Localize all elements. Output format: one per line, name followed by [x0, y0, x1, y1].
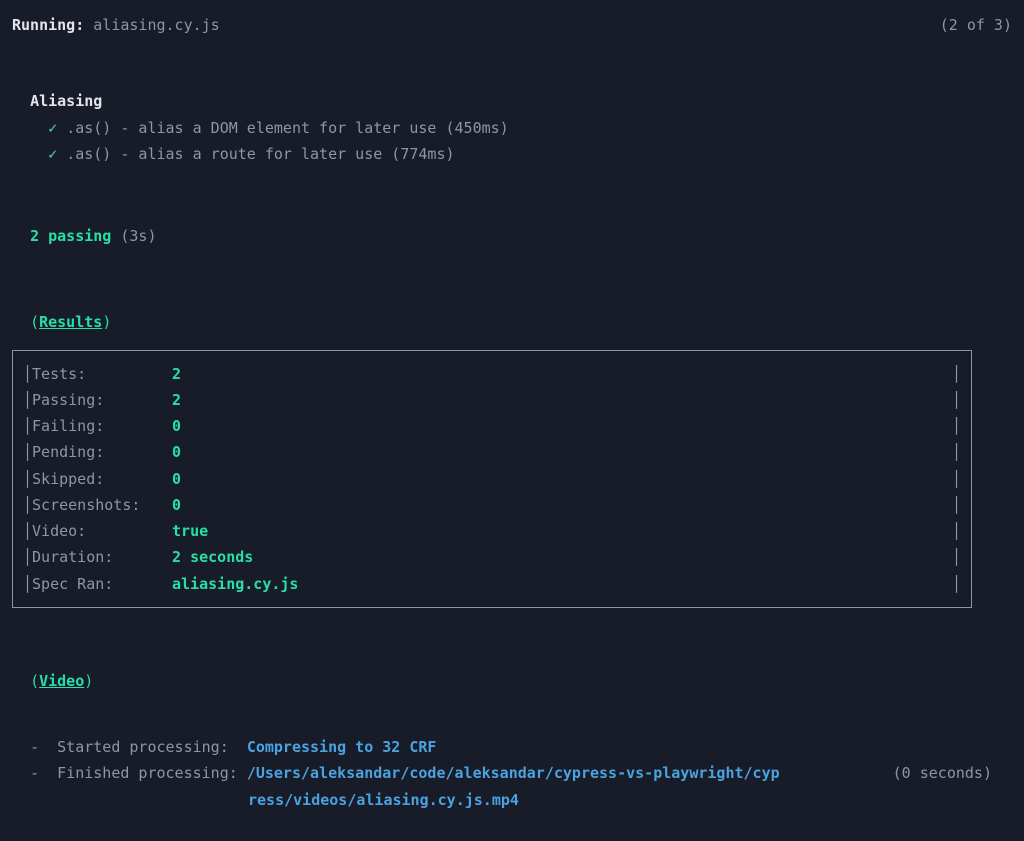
finished-path-part2: ress/videos/aliasing.cy.js.mp4 — [248, 787, 519, 813]
suite-title: Aliasing — [12, 88, 1012, 114]
running-label: Running: — [12, 16, 84, 34]
paren-close: ) — [84, 672, 93, 690]
video-heading: (Video) — [12, 668, 1012, 694]
stat-value: 0 — [172, 439, 952, 465]
check-icon: ✓ — [48, 145, 57, 163]
stat-value: 0 — [172, 492, 952, 518]
stat-label: Video: — [32, 518, 172, 544]
results-box: │ Tests:2│ │ Passing:2│ │ Failing:0│ │ P… — [12, 350, 972, 608]
stat-label: Passing: — [32, 387, 172, 413]
table-row: │ Duration:2 seconds│ — [13, 544, 971, 570]
video-started-line: - Started processing: Compressing to 32 … — [12, 734, 1012, 760]
paren-open: ( — [30, 313, 39, 331]
video-finished-line-2: ress/videos/aliasing.cy.js.mp4 — [12, 787, 1012, 813]
results-heading: (Results) — [12, 309, 1012, 335]
passing-count: 2 passing — [30, 227, 111, 245]
video-label: Video — [39, 672, 84, 690]
summary-line: 2 passing (3s) — [12, 223, 1012, 249]
started-value: Compressing to 32 CRF — [247, 738, 437, 756]
video-finished-line: - Finished processing: /Users/aleksandar… — [12, 760, 1012, 786]
stat-label: Duration: — [32, 544, 172, 570]
table-row: │ Spec Ran:aliasing.cy.js│ — [13, 571, 971, 597]
stat-value: true — [172, 518, 952, 544]
started-label: Started processing: — [57, 738, 229, 756]
stat-label: Screenshots: — [32, 492, 172, 518]
stat-value: 2 seconds — [172, 544, 952, 570]
table-row: │ Tests:2│ — [13, 361, 971, 387]
stat-value: 2 — [172, 387, 952, 413]
stat-label: Skipped: — [32, 466, 172, 492]
table-row: │ Pending:0│ — [13, 439, 971, 465]
table-row: │ Skipped:0│ — [13, 466, 971, 492]
test-label: .as() - alias a route for later use (774… — [66, 145, 454, 163]
running-file: aliasing.cy.js — [93, 16, 219, 34]
test-line: ✓ .as() - alias a route for later use (7… — [12, 141, 1012, 167]
stat-value: aliasing.cy.js — [172, 571, 952, 597]
running-count: (2 of 3) — [940, 12, 1012, 38]
stat-label: Spec Ran: — [32, 571, 172, 597]
stat-label: Pending: — [32, 439, 172, 465]
stat-label: Failing: — [32, 413, 172, 439]
test-line: ✓ .as() - alias a DOM element for later … — [12, 115, 1012, 141]
finished-time: (0 seconds) — [893, 764, 992, 782]
stat-value: 2 — [172, 361, 952, 387]
results-label: Results — [39, 313, 102, 331]
table-row: │ Failing:0│ — [13, 413, 971, 439]
finished-label: Finished processing: — [57, 764, 238, 782]
dash-icon: - — [30, 764, 39, 782]
dash-icon: - — [30, 738, 39, 756]
running-header: Running: aliasing.cy.js (2 of 3) — [12, 12, 1012, 38]
stat-label: Tests: — [32, 361, 172, 387]
stat-value: 0 — [172, 466, 952, 492]
finished-path-part1: /Users/aleksandar/code/aleksandar/cypres… — [247, 760, 780, 786]
paren-close: ) — [102, 313, 111, 331]
table-row: │ Video:true│ — [13, 518, 971, 544]
test-label: .as() - alias a DOM element for later us… — [66, 119, 509, 137]
table-row: │ Passing:2│ — [13, 387, 971, 413]
stat-value: 0 — [172, 413, 952, 439]
check-icon: ✓ — [48, 119, 57, 137]
table-row: │ Screenshots:0│ — [13, 492, 971, 518]
spec-suite: Aliasing ✓ .as() - alias a DOM element f… — [12, 88, 1012, 167]
paren-open: ( — [30, 672, 39, 690]
passing-time: (3s) — [120, 227, 156, 245]
